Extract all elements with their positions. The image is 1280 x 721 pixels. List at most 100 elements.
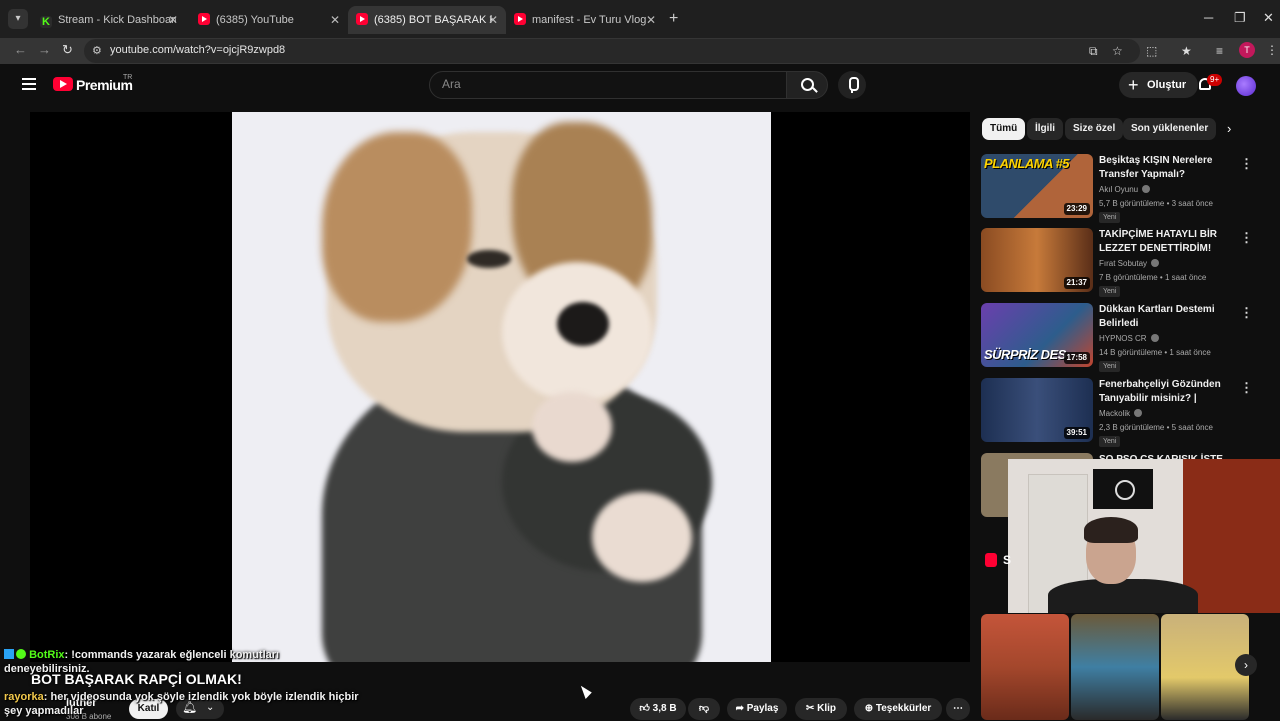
bookmark-star-icon[interactable]: ☆ xyxy=(1112,44,1123,58)
channel-label: Mackolik xyxy=(1099,409,1131,418)
scissors-icon: ✂ xyxy=(805,703,815,714)
duration-badge: 17:58 xyxy=(1063,352,1090,364)
more-vertical-icon[interactable]: ⋮ xyxy=(1240,156,1253,172)
extensions-icon[interactable]: ⬚ xyxy=(1146,44,1157,58)
profile-avatar[interactable]: T xyxy=(1239,42,1255,58)
create-button[interactable]: + Oluştur xyxy=(1119,72,1199,98)
recommended-title[interactable]: Fenerbahçeliyi Gözünden Tanıyabilir misi… xyxy=(1099,378,1239,406)
minimize-icon[interactable]: ─ xyxy=(1204,10,1213,25)
recommended-channel[interactable]: Akıl Oyunu xyxy=(1099,185,1151,194)
chevron-right-icon[interactable]: › xyxy=(1227,121,1231,136)
restore-icon[interactable]: ❐ xyxy=(1234,10,1246,26)
share-button[interactable]: ➦ Paylaş xyxy=(727,698,787,720)
short-thumbnail[interactable] xyxy=(981,614,1069,720)
search-input[interactable] xyxy=(442,77,772,91)
plus-icon: + xyxy=(1128,75,1139,95)
more-vertical-icon[interactable]: ⋮ xyxy=(1240,230,1253,246)
close-icon[interactable]: ✕ xyxy=(168,6,178,34)
duration-badge: 21:37 xyxy=(1063,277,1090,289)
tab-manifest-vlog[interactable]: manifest - Ev Turu Vlog - YouTu ✕ xyxy=(506,6,664,34)
chat-username: BotRix xyxy=(29,649,65,661)
thanks-button[interactable]: ⊕ Teşekkürler xyxy=(854,698,942,720)
notification-count-badge: 9+ xyxy=(1207,74,1223,86)
address-bar[interactable]: ⚙ youtube.com/watch?v=ojcjR9zwpd8 ⧉ ☆ xyxy=(84,39,1140,63)
close-icon[interactable]: ✕ xyxy=(330,6,340,34)
chip-related[interactable]: İlgili xyxy=(1027,118,1063,140)
video-thumbnail[interactable]: 39:51 xyxy=(981,378,1093,442)
video-frame-puppy[interactable] xyxy=(232,112,771,662)
kick-icon: K xyxy=(40,16,52,28)
bot-badge-icon xyxy=(4,649,14,659)
window-close-icon[interactable]: ✕ xyxy=(1263,10,1274,26)
recommended-title[interactable]: Beşiktaş KIŞIN Nerelere Transfer Yapmalı… xyxy=(1099,154,1239,182)
microphone-icon[interactable] xyxy=(838,71,866,99)
menu-hamburger-icon[interactable] xyxy=(22,78,36,90)
chip-for-you[interactable]: Size özel xyxy=(1065,118,1124,140)
puppy-nose xyxy=(557,302,609,346)
recommended-video[interactable]: SÜRPRİZ DES 17:58 Dükkan Kartları Destem… xyxy=(981,303,1271,372)
search-icon[interactable] xyxy=(786,71,828,99)
chip-all[interactable]: Tümü xyxy=(982,118,1026,140)
tab-kick-dashboard[interactable]: K Stream - Kick Dashboard ✕ xyxy=(32,6,186,34)
url-text: youtube.com/watch?v=ojcjR9zwpd8 xyxy=(110,44,286,56)
more-actions-button[interactable]: ⋯ xyxy=(946,698,970,720)
webcam-person-hair xyxy=(1084,517,1138,543)
tab-youtube-home[interactable]: (6385) YouTube ✕ xyxy=(190,6,348,34)
tab-current-video[interactable]: (6385) BOT BAŞARAK RAPÇİ OL ✕ xyxy=(348,6,506,34)
like-count: 3,8 B xyxy=(652,703,677,714)
dislike-button[interactable]: 👎︎ xyxy=(688,698,720,720)
media-control-icon[interactable]: ≡ xyxy=(1216,44,1223,58)
recommended-channel[interactable]: Mackolik xyxy=(1099,409,1143,418)
close-icon[interactable]: ✕ xyxy=(488,6,498,34)
thumbs-down-icon: 👎︎ xyxy=(698,703,710,714)
more-vertical-icon[interactable]: ⋮ xyxy=(1240,305,1253,321)
youtube-logo-icon[interactable] xyxy=(53,77,73,91)
streamer-webcam xyxy=(1008,459,1280,613)
install-app-icon[interactable]: ⧉ xyxy=(1089,44,1098,59)
recommended-video[interactable]: 21:37 TAKİPÇİME HATAYLI BİR LEZZET DENET… xyxy=(981,228,1271,297)
shorts-icon xyxy=(985,553,997,567)
forward-arrow-icon[interactable]: → xyxy=(38,42,51,57)
channel-label: Fırat Sobutay xyxy=(1099,259,1148,268)
browser-menu-icon[interactable]: ⋮ xyxy=(1266,43,1278,57)
tab-search-icon[interactable]: ▾ xyxy=(8,9,28,29)
channel-label: HYPNOS CR xyxy=(1099,334,1147,343)
recommended-video[interactable]: PLANLAMA #5 23:29 Beşiktaş KIŞIN Nereler… xyxy=(981,154,1271,223)
new-badge: Yeni xyxy=(1099,286,1121,297)
site-info-icon[interactable]: ⚙ xyxy=(92,44,102,57)
chat-message: BotRix: !commands yazarak eğlenceli komu… xyxy=(4,648,364,676)
recommended-channel[interactable]: Fırat Sobutay xyxy=(1099,259,1160,268)
chip-recent[interactable]: Son yüklenenler xyxy=(1123,118,1217,140)
share-arrow-icon: ➦ xyxy=(735,703,744,714)
reload-icon[interactable]: ↻ xyxy=(62,42,73,58)
share-label: Paylaş xyxy=(746,703,779,714)
verified-check-icon xyxy=(1142,185,1151,193)
bookmarks-icon[interactable]: ★ xyxy=(1181,44,1192,58)
video-thumbnail[interactable]: SÜRPRİZ DES 17:58 xyxy=(981,303,1093,367)
recommended-title[interactable]: Dükkan Kartları Destemi Belirledi xyxy=(1099,303,1239,331)
mouse-cursor-icon xyxy=(580,683,594,699)
recommended-video[interactable]: 39:51 Fenerbahçeliyi Gözünden Tanıyabili… xyxy=(981,378,1271,447)
back-arrow-icon[interactable]: ← xyxy=(14,42,27,57)
browser-toolbar: ← → ↻ ⚙ youtube.com/watch?v=ojcjR9zwpd8 … xyxy=(0,38,1280,64)
webcam-flag xyxy=(1093,469,1153,509)
verified-check-icon xyxy=(1150,334,1159,342)
new-badge: Yeni xyxy=(1099,212,1121,223)
verified-check-icon xyxy=(1151,259,1160,267)
like-button[interactable]: 👍︎ 3,8 B xyxy=(630,698,686,720)
browser-tab-strip: ▾ K Stream - Kick Dashboard ✕ (6385) YouT… xyxy=(0,0,1280,38)
more-vertical-icon[interactable]: ⋮ xyxy=(1240,380,1253,396)
thumbs-up-icon: 👍︎ xyxy=(639,703,650,714)
video-thumbnail[interactable]: 21:37 xyxy=(981,228,1093,292)
youtube-header: Premium TR +Oluştur 9+ xyxy=(0,64,1280,112)
account-avatar[interactable] xyxy=(1236,76,1256,96)
new-tab-plus-icon[interactable]: + xyxy=(669,10,678,28)
close-icon[interactable]: ✕ xyxy=(646,6,656,34)
recommended-channel[interactable]: HYPNOS CR xyxy=(1099,334,1159,343)
chevron-right-icon[interactable]: › xyxy=(1235,654,1257,676)
clip-button[interactable]: ✂ Klip xyxy=(795,698,847,720)
short-thumbnail[interactable] xyxy=(1071,614,1159,720)
puppy-paw xyxy=(532,392,612,462)
video-thumbnail[interactable]: PLANLAMA #5 23:29 xyxy=(981,154,1093,218)
recommended-title[interactable]: TAKİPÇİME HATAYLI BİR LEZZET DENETTİRDİM… xyxy=(1099,228,1239,256)
